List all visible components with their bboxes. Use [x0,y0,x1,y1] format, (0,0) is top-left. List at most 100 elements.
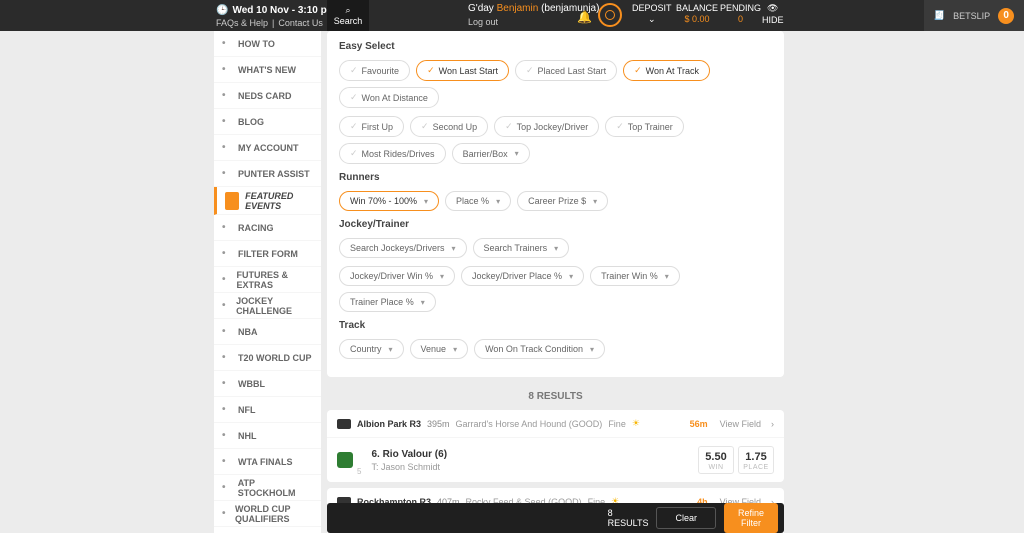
sidebar-item-epl[interactable]: •EPL [214,527,321,533]
promo-spinner[interactable] [598,3,622,27]
balance-display: BALANCE$ 0.00 [676,3,718,24]
chip-jockey-driver-win-[interactable]: Jockey/Driver Win %▾ [339,266,455,286]
hide-button[interactable]: 👁HIDE [762,3,784,25]
chip-win-70-100-[interactable]: Win 70% - 100%▾ [339,191,439,211]
chip-trainer-place-[interactable]: Trainer Place %▾ [339,292,436,312]
chip-most-rides-drives[interactable]: ✓Most Rides/Drives [339,143,446,164]
chip-place-[interactable]: Place %▾ [445,191,511,211]
sidebar-item-featured-events[interactable]: Featured Events [214,187,321,215]
chip-venue[interactable]: Venue▾ [410,339,469,359]
sidebar: •How To•What's New•Neds Card•Blog•My Acc… [214,31,321,533]
chevron-down-icon: ▾ [569,272,573,281]
chip-country[interactable]: Country▾ [339,339,404,359]
sidebar-item-nhl[interactable]: •NHL [214,423,321,449]
chip-won-at-distance[interactable]: ✓Won At Distance [339,87,439,108]
refine-filter-button[interactable]: Refine Filter [724,503,778,533]
sidebar-item-neds-card[interactable]: •Neds Card [214,83,321,109]
nav-icon: • [222,168,232,179]
chevron-down-icon: ▾ [452,244,456,253]
jockey-trainer-title: Jockey/Trainer [339,219,772,230]
chip-won-on-track-condition[interactable]: Won On Track Condition▾ [474,339,605,359]
pending-display: PENDING0 [720,3,761,24]
logout-link[interactable]: Log out [468,17,498,27]
check-icon: ✓ [350,92,358,103]
race-header[interactable]: Albion Park R3395mGarrard's Horse And Ho… [327,410,784,438]
clock-icon: 🕒 [216,5,228,16]
chip-second-up[interactable]: ✓Second Up [410,116,488,137]
nav-icon: • [222,274,230,285]
nav-icon: • [222,404,232,415]
chip-won-at-track[interactable]: ✓Won At Track [623,60,710,81]
chevron-down-icon: ▾ [554,244,558,253]
check-icon: ✓ [616,121,624,132]
chip-search-jockeys-drivers[interactable]: Search Jockeys/Drivers▾ [339,238,467,258]
topbar: 🕒Wed 10 Nov - 3:10 pm FAQs & Help| Conta… [0,0,1024,31]
main-content: Easy Select ✓Favourite✓Won Last Start✓Pl… [321,31,790,533]
sidebar-item-atp-stockholm[interactable]: •ATP Stockholm [214,475,321,501]
betslip-icon: 🧾 [934,10,945,21]
view-field-link[interactable]: View Field [720,419,761,429]
trainer-name: T: Jason Schmidt [371,462,447,472]
chevron-down-icon: ▾ [421,298,425,307]
sidebar-item-how-to[interactable]: •How To [214,31,321,57]
chip-jockey-driver-place-[interactable]: Jockey/Driver Place %▾ [461,266,584,286]
nav-icon: • [222,482,232,493]
chip-trainer-win-[interactable]: Trainer Win %▾ [590,266,680,286]
nav-icon: • [222,90,232,101]
nav-icon: • [222,38,232,49]
bell-icon[interactable]: 🔔 [577,10,592,24]
nav-icon: • [222,300,230,311]
chip-favourite[interactable]: ✓Favourite [339,60,410,81]
nav-icon: • [222,326,232,337]
race-card: Albion Park R3395mGarrard's Horse And Ho… [327,410,784,482]
chevron-down-icon: ▾ [590,345,594,354]
time-to-jump: 56m [690,419,708,429]
chip-top-jockey-driver[interactable]: ✓Top Jockey/Driver [494,116,599,137]
runner-name: 6. Rio Valour (6) [371,449,447,460]
contact-link[interactable]: Contact Us [278,18,323,28]
sidebar-item-wbbl[interactable]: •WBBL [214,371,321,397]
search-button[interactable]: ⌕ Search [327,0,369,31]
sidebar-item-nba[interactable]: •NBA [214,319,321,345]
chevron-down-icon: ▾ [515,149,519,158]
sidebar-item-filter-form[interactable]: •Filter Form [214,241,321,267]
check-icon: ✓ [350,121,358,132]
sidebar-item-jockey-challenge[interactable]: •Jockey Challenge [214,293,321,319]
deposit-link[interactable]: DEPOSIT⌄ [632,3,672,25]
sidebar-item-futures-extras[interactable]: •Futures & Extras [214,267,321,293]
sidebar-item-t20-world-cup[interactable]: •T20 World Cup [214,345,321,371]
nav-icon: • [222,430,232,441]
check-icon: ✓ [526,65,534,76]
sidebar-item-nfl[interactable]: •NFL [214,397,321,423]
chevron-down-icon: ⌄ [648,14,656,25]
chip-won-last-start[interactable]: ✓Won Last Start [416,60,509,81]
betslip-button[interactable]: 🧾 BETSLIP 0 [924,0,1024,31]
nav-icon: • [222,456,232,467]
runners-title: Runners [339,172,772,183]
chip-placed-last-start[interactable]: ✓Placed Last Start [515,60,617,81]
easy-select-title: Easy Select [339,41,772,52]
chevron-down-icon: ▾ [389,345,393,354]
chip-barrier-box[interactable]: Barrier/Box▾ [452,143,530,164]
chip-first-up[interactable]: ✓First Up [339,116,404,137]
sidebar-item-punter-assist[interactable]: •Punter Assist [214,161,321,187]
sidebar-item-my-account[interactable]: •My Account [214,135,321,161]
chip-career-prize-[interactable]: Career Prize $▾ [517,191,608,211]
place-odds-button[interactable]: 1.75PLACE [738,446,774,474]
chevron-right-icon: › [771,419,774,429]
clear-button[interactable]: Clear [656,507,716,529]
check-icon: ✓ [350,65,358,76]
chip-top-trainer[interactable]: ✓Top Trainer [605,116,684,137]
sidebar-item-what-s-new[interactable]: •What's New [214,57,321,83]
win-odds-button[interactable]: 5.50WIN [698,446,734,474]
sidebar-item-wta-finals[interactable]: •WTA Finals [214,449,321,475]
sidebar-item-blog[interactable]: •Blog [214,109,321,135]
nav-icon: • [222,352,232,363]
nav-icon: • [222,508,229,519]
results-count: 8 RESULTS [327,383,784,410]
track-title: Track [339,320,772,331]
sidebar-item-racing[interactable]: •Racing [214,215,321,241]
chip-search-trainers[interactable]: Search Trainers▾ [473,238,570,258]
sidebar-item-world-cup-qualifiers[interactable]: •World Cup Qualifiers [214,501,321,527]
faqs-link[interactable]: FAQs & Help [216,18,268,28]
